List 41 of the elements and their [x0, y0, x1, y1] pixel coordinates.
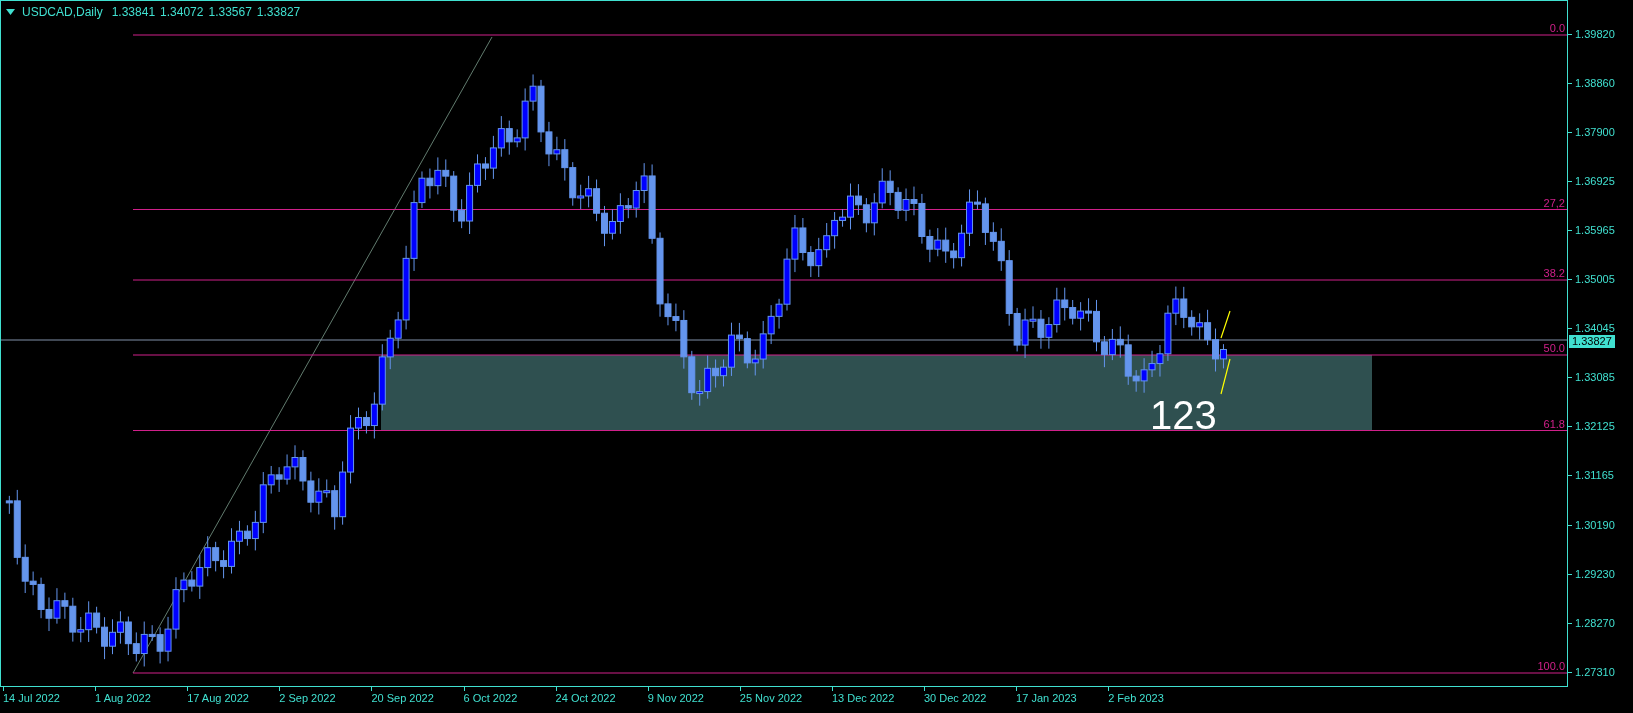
price-label: 1.27310 [1575, 665, 1615, 678]
fibonacci-level-label: 38.2 [1543, 267, 1565, 279]
current-price-label: 1.33827 [1569, 335, 1615, 348]
date-label: 30 Dec 2022 [924, 692, 987, 704]
price-label: 1.30190 [1575, 518, 1615, 531]
date-label: 17 Aug 2022 [187, 692, 249, 704]
quote-value: 1.33841 [111, 5, 156, 19]
price-label: 1.36925 [1575, 175, 1615, 188]
date-label: 6 Oct 2022 [463, 692, 518, 704]
date-label: 17 Jan 2023 [1016, 692, 1077, 704]
date-label: 20 Sep 2022 [371, 692, 434, 704]
date-label: 25 Nov 2022 [739, 692, 803, 704]
quote-value: 1.34072 [160, 5, 204, 19]
fibonacci-level-label: 0.0 [1549, 22, 1565, 34]
price-label: 1.35965 [1575, 224, 1615, 237]
dropdown-triangle-icon[interactable] [6, 9, 15, 15]
price-label: 1.31165 [1575, 469, 1614, 482]
date-label: 14 Jul 2022 [3, 692, 60, 704]
price-label: 1.28270 [1575, 616, 1615, 629]
quote-value: 1.33827 [256, 5, 301, 19]
price-label: 1.32125 [1575, 420, 1615, 433]
date-label: 13 Dec 2022 [831, 692, 895, 704]
symbol-timeframe: USDCAD,Daily [22, 5, 103, 19]
price-label: 1.33085 [1575, 371, 1615, 384]
date-label: 1 Aug 2022 [95, 692, 151, 704]
price-label: 1.39820 [1575, 28, 1615, 40]
price-label: 1.35005 [1575, 273, 1615, 286]
price-label: 1.38860 [1575, 77, 1615, 90]
fibonacci-level-label: 27,2 [1543, 196, 1565, 209]
date-label: 2 Sep 2022 [279, 692, 336, 704]
price-label: 1.34045 [1575, 322, 1615, 335]
zone-label: 123 [1150, 393, 1217, 437]
price-label: 1.29230 [1575, 567, 1615, 580]
fibonacci-level-label: 100.0 [1537, 660, 1565, 672]
quote-value: 1.33567 [208, 5, 252, 19]
date-label: 2 Feb 2023 [1108, 692, 1164, 704]
date-label: 9 Nov 2022 [647, 692, 704, 704]
date-label: 24 Oct 2022 [555, 692, 616, 704]
fibonacci-level-label: 50.0 [1543, 342, 1565, 354]
price-label: 1.37900 [1575, 126, 1615, 139]
fibonacci-level-label: 61.8 [1543, 417, 1565, 430]
